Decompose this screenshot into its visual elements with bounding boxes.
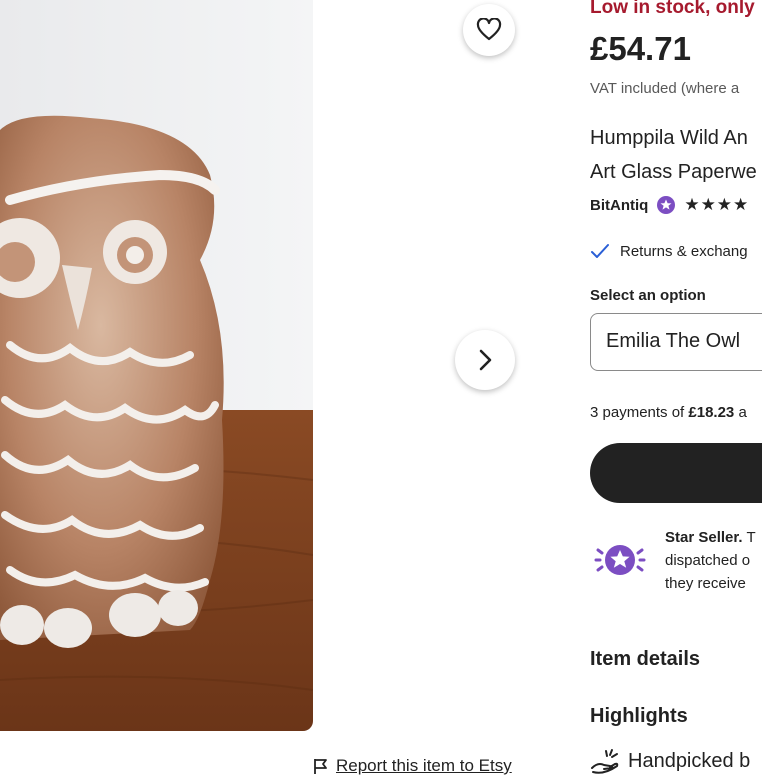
heart-icon: [476, 18, 502, 41]
star-seller-text: Star Seller. T dispatched o they receive: [665, 526, 756, 595]
hand-icon: [591, 749, 619, 774]
chevron-right-icon: [479, 349, 492, 371]
star-seller-line-3: they receive: [665, 575, 746, 592]
payments-prefix: 3 payments of: [590, 404, 689, 421]
payments-text: 3 payments of £18.23 a: [590, 404, 747, 421]
payments-suffix: a: [734, 404, 747, 421]
report-link-text[interactable]: Report this item to Etsy: [336, 756, 512, 776]
variation-select-value: Emilia The Owl: [606, 330, 741, 352]
star-seller-block: Star Seller. T dispatched o they receive: [590, 526, 762, 596]
product-info-panel: Low in stock, only £54.71 VAT included (…: [590, 0, 762, 775]
rating-stars[interactable]: ★★★★: [684, 195, 749, 215]
product-title-line-1: Humppila Wild An: [590, 127, 748, 149]
select-option-label: Select an option: [590, 287, 706, 304]
vat-note: VAT included (where a: [590, 80, 740, 97]
product-title: Humppila Wild An Art Glass Paperwe: [590, 121, 757, 189]
next-image-button[interactable]: [455, 330, 515, 390]
product-title-line-2: Art Glass Paperwe: [590, 161, 757, 183]
variation-select[interactable]: Emilia The Owl: [590, 313, 762, 371]
product-image[interactable]: [0, 0, 313, 731]
item-details-heading[interactable]: Item details: [590, 648, 700, 671]
highlights-heading: Highlights: [590, 705, 688, 727]
favorite-button[interactable]: [463, 4, 515, 56]
check-icon: [591, 244, 609, 258]
star-seller-badge-icon: [657, 196, 676, 214]
shop-name-link[interactable]: BitAntiq: [590, 197, 648, 214]
payments-amount: £18.23: [688, 404, 735, 421]
price: £54.71: [590, 30, 691, 67]
star-seller-icon: [594, 545, 646, 575]
handpicked-row: Handpicked b: [590, 748, 750, 774]
returns-row: Returns & exchang: [590, 242, 748, 260]
star-seller-line-1: T: [742, 529, 756, 546]
owl-photo: [0, 0, 313, 731]
flag-icon: [314, 759, 327, 774]
stock-status: Low in stock, only: [590, 0, 755, 18]
shop-row: BitAntiq ★★★★: [590, 195, 749, 215]
star-seller-title: Star Seller.: [665, 529, 743, 546]
star-seller-line-2: dispatched o: [665, 552, 751, 569]
returns-text: Returns & exchang: [620, 242, 748, 260]
add-to-basket-button[interactable]: [590, 443, 762, 503]
report-item-link[interactable]: Report this item to Etsy: [312, 756, 512, 776]
handpicked-text: Handpicked b: [628, 749, 751, 772]
